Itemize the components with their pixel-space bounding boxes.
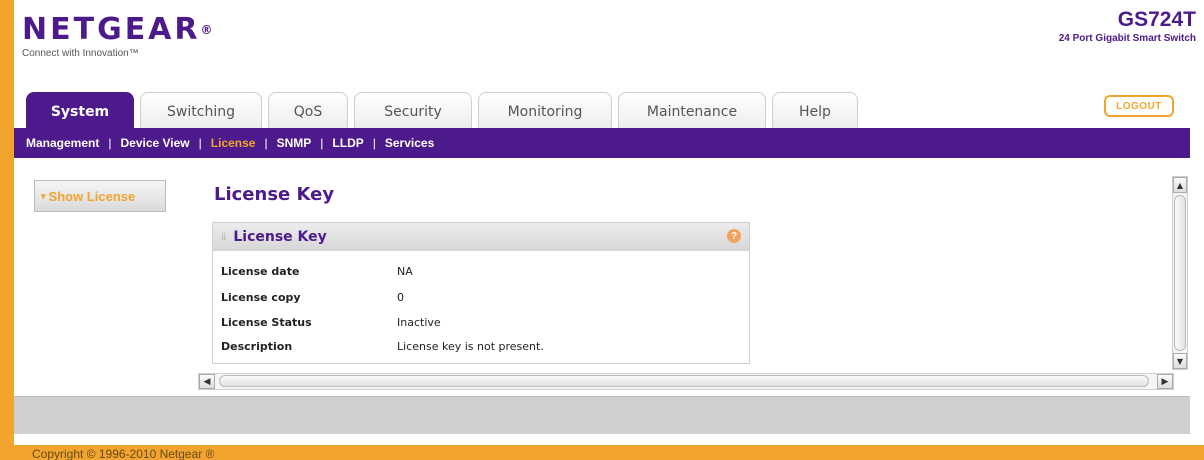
- panel-title: License Key: [233, 229, 327, 245]
- copyright-text: Copyright © 1996-2010 Netgear ®: [32, 447, 215, 460]
- row-value: NA: [397, 265, 413, 278]
- help-icon[interactable]: ?: [727, 229, 741, 243]
- brand-tagline: Connect with Innovation™: [22, 48, 139, 59]
- subnav-separator: |: [320, 136, 324, 150]
- arrow-right-icon[interactable]: ▶: [1157, 374, 1173, 389]
- subnav-device-view[interactable]: Device View: [120, 136, 189, 150]
- row-label: Description: [221, 340, 293, 353]
- show-license-button[interactable]: ▾ Show License: [34, 180, 166, 212]
- license-date-row: License date NA: [221, 265, 413, 278]
- row-label: License date: [221, 265, 300, 278]
- subnav-separator: |: [264, 136, 268, 150]
- scrollbar-thumb[interactable]: [219, 375, 1149, 387]
- row-label: License Status: [221, 316, 312, 329]
- panel-header: ⁞⁞ License Key ?: [213, 223, 749, 251]
- subnav-management[interactable]: Management: [26, 136, 99, 150]
- license-copy-row: License copy 0: [221, 291, 404, 304]
- logout-button[interactable]: LOGOUT: [1104, 95, 1174, 117]
- scrollbar-thumb[interactable]: [1174, 195, 1186, 351]
- model-description: 24 Port Gigabit Smart Switch: [1058, 33, 1196, 44]
- subnav-snmp[interactable]: SNMP: [277, 136, 312, 150]
- main-tabs: System Switching QoS Security Monitoring…: [26, 92, 864, 130]
- row-label: License copy: [221, 291, 301, 304]
- grip-icon: ⁞⁞: [221, 231, 226, 243]
- sub-navigation: Management | Device View | License | SNM…: [14, 128, 1190, 158]
- subnav-license[interactable]: License: [211, 136, 256, 150]
- row-value: 0: [397, 291, 404, 304]
- horizontal-scrollbar[interactable]: ◀ ▶: [198, 373, 1174, 390]
- tab-switching[interactable]: Switching: [140, 92, 262, 130]
- model-name: GS724T: [1117, 8, 1196, 31]
- subnav-services[interactable]: Services: [385, 136, 434, 150]
- tab-help[interactable]: Help: [772, 92, 858, 130]
- subnav-separator: |: [198, 136, 202, 150]
- arrow-down-icon[interactable]: ▼: [1173, 353, 1187, 369]
- subnav-separator: |: [108, 136, 112, 150]
- description-row: Description License key is not present.: [221, 340, 544, 353]
- tab-security[interactable]: Security: [354, 92, 472, 130]
- registered-mark: ®: [200, 23, 213, 37]
- arrow-up-icon[interactable]: ▲: [1173, 177, 1187, 193]
- footer-bar: [14, 396, 1190, 434]
- row-value: License key is not present.: [397, 340, 544, 353]
- chevron-down-icon: ▾: [41, 190, 46, 201]
- tab-maintenance[interactable]: Maintenance: [618, 92, 766, 130]
- arrow-left-icon[interactable]: ◀: [199, 374, 215, 389]
- netgear-logo: NETGEAR® Connect with Innovation™: [22, 14, 213, 60]
- tab-qos[interactable]: QoS: [268, 92, 348, 130]
- license-status-row: License Status Inactive: [221, 316, 441, 329]
- vertical-scrollbar[interactable]: ▲ ▼: [1172, 176, 1188, 370]
- row-value: Inactive: [397, 316, 441, 329]
- model-info: GS724T 24 Port Gigabit Smart Switch: [1059, 8, 1196, 44]
- show-license-label: Show License: [48, 188, 136, 204]
- tab-system[interactable]: System: [26, 92, 134, 130]
- tab-monitoring[interactable]: Monitoring: [478, 92, 612, 130]
- license-key-panel: ⁞⁞ License Key ? License date NA License…: [212, 222, 750, 364]
- subnav-lldp[interactable]: LLDP: [332, 136, 363, 150]
- subnav-separator: |: [372, 136, 376, 150]
- brand-text: NETGEAR: [22, 12, 201, 47]
- brand-name: NETGEAR®: [22, 14, 213, 46]
- page-title: License Key: [214, 184, 335, 205]
